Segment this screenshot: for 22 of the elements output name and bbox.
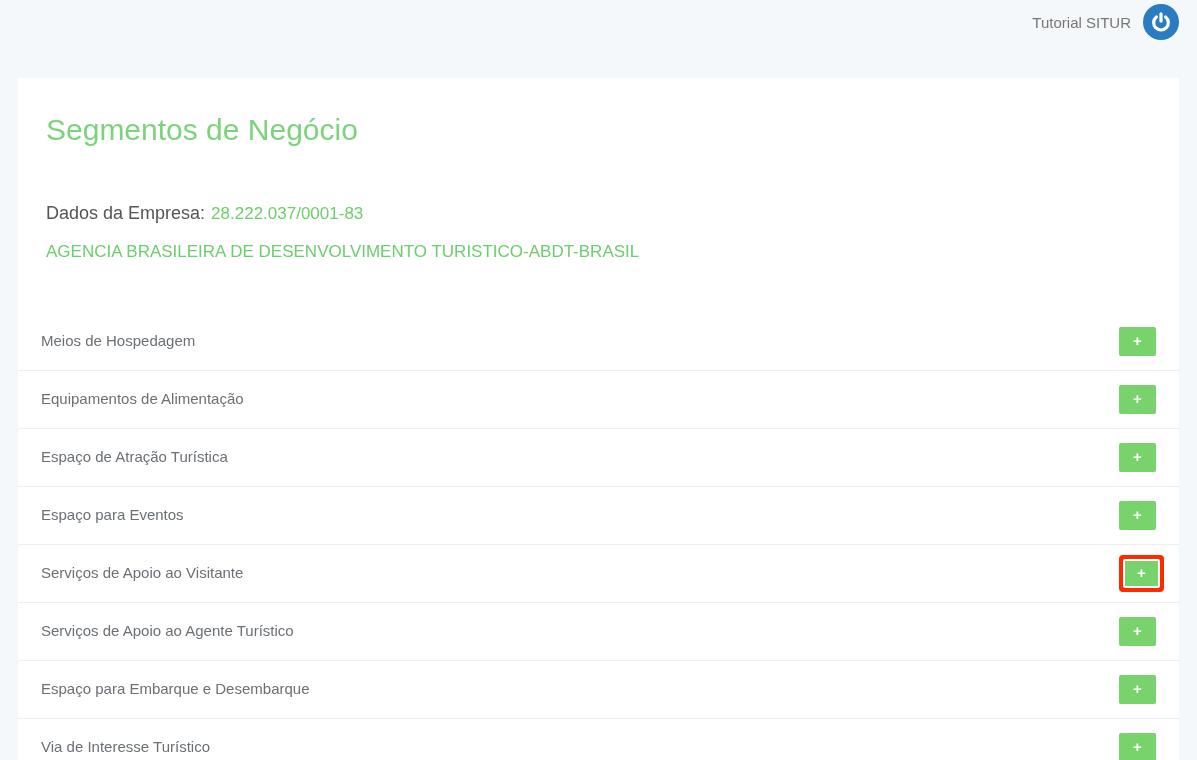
add-button[interactable]: +	[1119, 326, 1156, 356]
segment-label: Espaço para Eventos	[41, 504, 184, 525]
segment-label: Espaço de Atração Turística	[41, 446, 228, 467]
add-button[interactable]: +	[1123, 558, 1160, 588]
segment-label: Espaço para Embarque e Desembarque	[41, 678, 310, 699]
segment-label: Via de Interesse Turístico	[41, 736, 210, 757]
user-name: Tutorial SITUR	[1032, 13, 1131, 33]
company-label: Dados da Empresa:	[46, 202, 206, 225]
segment-label: Serviços de Apoio ao Agente Turístico	[41, 620, 294, 641]
add-button[interactable]: +	[1119, 500, 1156, 530]
company-cnpj: 28.222.037/0001-83	[211, 203, 364, 225]
add-button[interactable]: +	[1119, 442, 1156, 472]
segment-label: Equipamentos de Alimentação	[41, 388, 244, 409]
add-button[interactable]: +	[1119, 674, 1156, 704]
add-button[interactable]: +	[1119, 616, 1156, 646]
segment-label: Serviços de Apoio ao Visitante	[41, 562, 244, 583]
company-name: AGENCIA BRASILEIRA DE DESENVOLVIMENTO TURISTICO-ABDT-BRASIL	[46, 241, 640, 263]
page-title: Segmentos de Negócio	[46, 112, 358, 148]
add-button[interactable]: +	[1119, 384, 1156, 414]
add-button[interactable]: +	[1119, 732, 1156, 760]
power-icon[interactable]	[1143, 4, 1179, 40]
segment-label: Meios de Hospedagem	[41, 330, 196, 351]
